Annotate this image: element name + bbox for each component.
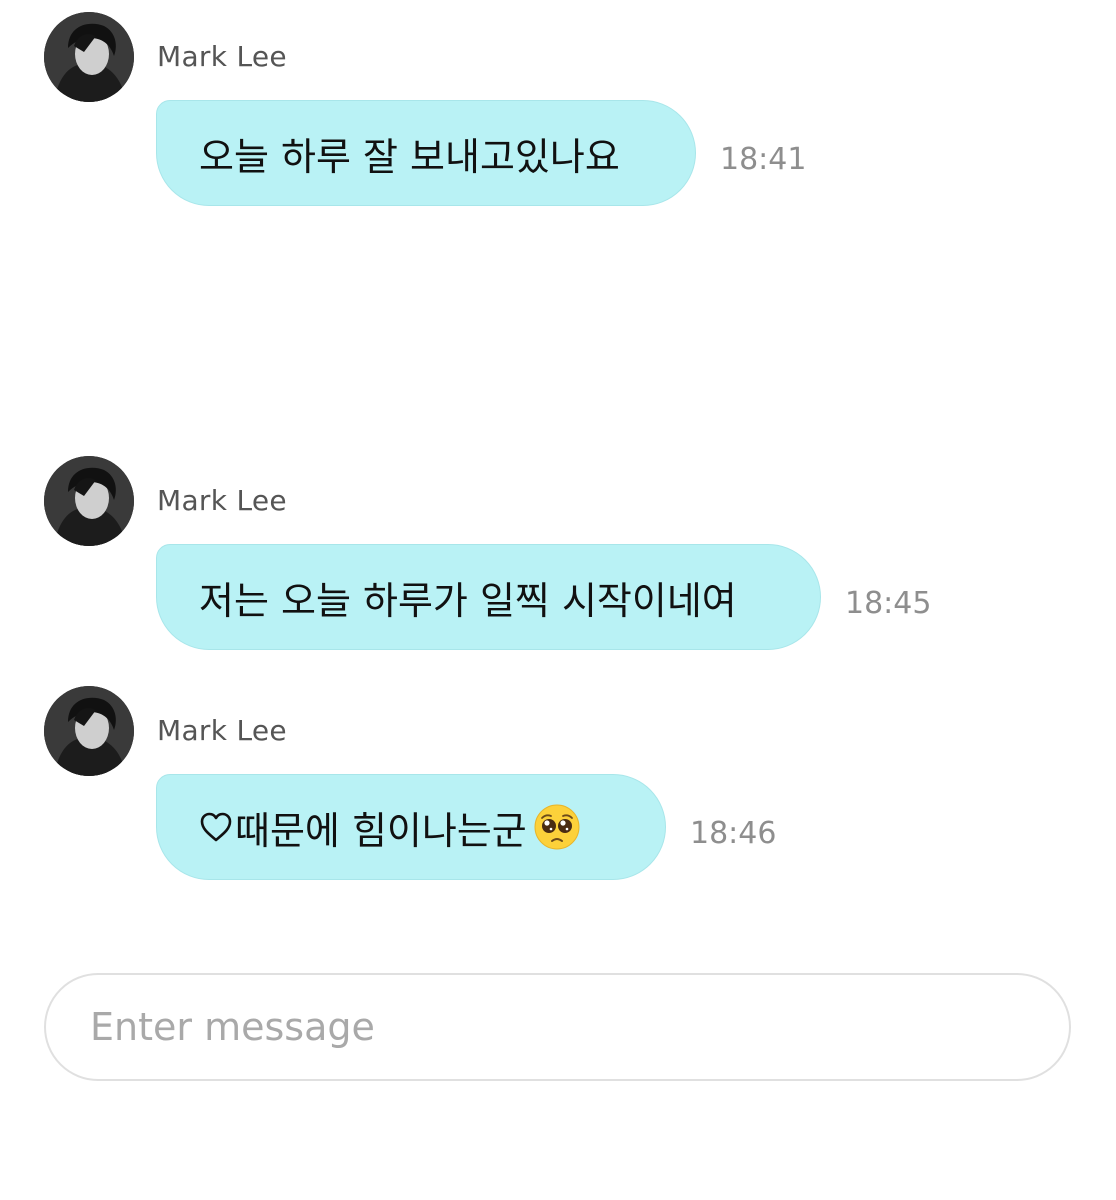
message-time: 18:46 (690, 816, 777, 851)
message-bubble[interactable]: 저는 오늘 하루가 일찍 시작이네여 (156, 544, 821, 650)
message-composer[interactable] (44, 973, 1071, 1081)
sender-name: Mark Lee (157, 484, 287, 517)
message-input[interactable] (90, 975, 1020, 1079)
heart-outline-icon (200, 812, 232, 842)
sender-name: Mark Lee (157, 714, 287, 747)
message-group: Mark Lee 오늘 하루 잘 보내고있나요 18:41 (0, 12, 1116, 212)
message-group: Mark Lee 저는 오늘 하루가 일찍 시작이네여 18:45 (0, 456, 1116, 656)
message-time: 18:45 (845, 586, 932, 621)
message-time: 18:41 (720, 142, 807, 177)
message-bubble[interactable]: 오늘 하루 잘 보내고있나요 (156, 100, 696, 206)
message-bubble[interactable]: 때문에 힘이나는군 (156, 774, 666, 880)
avatar[interactable] (44, 12, 134, 102)
message-text: 오늘 하루 잘 보내고있나요 (199, 134, 620, 179)
avatar[interactable] (44, 456, 134, 546)
sender-name: Mark Lee (157, 40, 287, 73)
message-text: 때문에 힘이나는군 (235, 808, 527, 853)
message-text: 저는 오늘 하루가 일찍 시작이네여 (199, 578, 737, 623)
message-group: Mark Lee 때문에 힘이나는군 18:46 (0, 686, 1116, 886)
avatar[interactable] (44, 686, 134, 776)
pleading-face-emoji (534, 804, 580, 850)
